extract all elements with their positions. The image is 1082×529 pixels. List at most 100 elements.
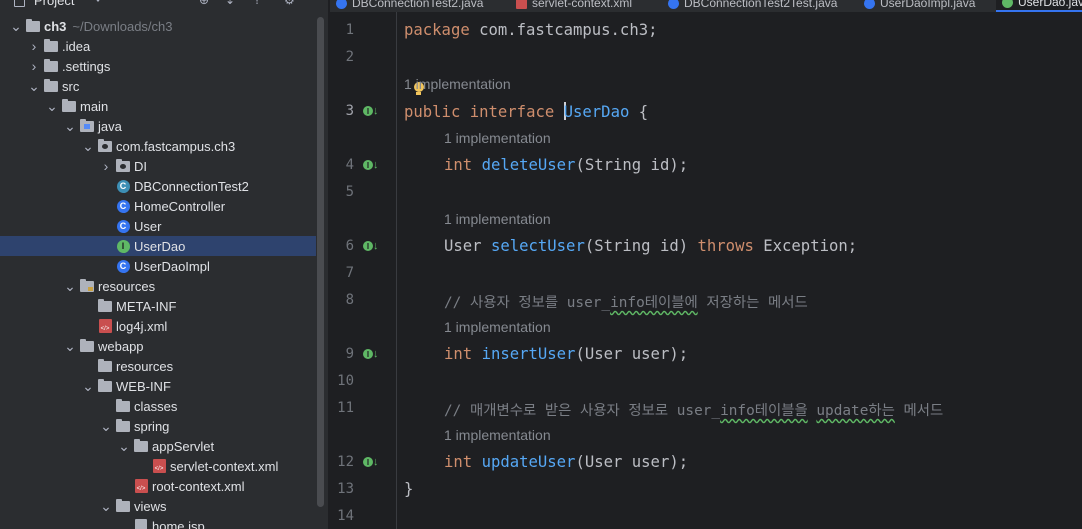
code-line-1: package com.fastcampus.ch3; xyxy=(404,21,657,39)
collapse-all-icon[interactable]: ⇡ xyxy=(252,0,262,7)
project-tree-scrollbar[interactable] xyxy=(317,17,324,507)
editor-gutter: 1 2 3 4 5 6 7 8 9 10 11 12 13 14 I ↓ I ↓ I… xyxy=(330,12,397,529)
chevron-down-icon[interactable]: ⌄ xyxy=(28,79,40,93)
tree-item--settings[interactable]: › .settings xyxy=(0,56,316,76)
package-icon xyxy=(116,158,130,173)
tree-item-label: java xyxy=(98,118,122,134)
tree-item-webapp[interactable]: ⌄ webapp xyxy=(0,336,316,356)
chevron-right-icon[interactable]: › xyxy=(28,39,40,53)
tree-item-log4j-xml[interactable]: ›</>log4j.xml xyxy=(0,316,316,336)
chevron-down-icon[interactable]: ⌄ xyxy=(10,19,22,33)
code-text: (User user); xyxy=(575,345,689,363)
chevron-down-icon[interactable]: ⌄ xyxy=(118,439,130,453)
tab-servlet-context-xml[interactable]: servlet-context.xml xyxy=(516,0,632,12)
tree-item-resources[interactable]: ›resources xyxy=(0,356,316,376)
tree-item-path: ~/Downloads/ch3 xyxy=(72,18,173,34)
tree-item-src[interactable]: ⌄ src xyxy=(0,76,316,96)
tree-item-label: HomeController xyxy=(134,198,226,214)
tab-label: UserDaoImpl.java xyxy=(880,0,976,10)
project-panel-title[interactable]: Project xyxy=(34,0,74,8)
chevron-down-icon[interactable]: ⌄ xyxy=(82,139,94,153)
comment-text: 메서드 xyxy=(894,403,944,419)
folder-icon xyxy=(98,358,112,373)
chevron-down-icon[interactable]: ⌄ xyxy=(64,339,76,353)
implemented-marker-icon[interactable]: I ↓ xyxy=(363,455,381,471)
code-line-9: int insertUser(User user); xyxy=(444,345,688,363)
tree-item-label: home.jsp xyxy=(152,518,205,529)
tree-item-web-inf[interactable]: ⌄ WEB-INF xyxy=(0,376,316,396)
implementation-hint[interactable]: 1 implementation xyxy=(444,130,551,146)
tree-item-views[interactable]: ⌄ views xyxy=(0,496,316,516)
tree-item-root-context-xml[interactable]: ›</>root-context.xml xyxy=(0,476,316,496)
tree-item-meta-inf[interactable]: ›META-INF xyxy=(0,296,316,316)
tree-item-resources[interactable]: ⌄ resources xyxy=(0,276,316,296)
folder-icon xyxy=(116,418,130,433)
tree-item--idea[interactable]: › .idea xyxy=(0,36,316,56)
code-line-13: } xyxy=(404,480,414,498)
class-icon xyxy=(864,0,875,9)
tree-item-spring[interactable]: ⌄ spring xyxy=(0,416,316,436)
tab-userdaoimpl-java[interactable]: UserDaoImpl.java xyxy=(864,0,975,12)
chevron-right-icon[interactable]: › xyxy=(100,159,112,173)
tree-item-classes[interactable]: ›classes xyxy=(0,396,316,416)
implemented-marker-icon[interactable]: I ↓ xyxy=(363,347,381,363)
tree-item-main[interactable]: ⌄ main xyxy=(0,96,316,116)
tab-dbconnectiontest2test-java[interactable]: DBConnectionTest2Test.java xyxy=(668,0,837,12)
comment-text: // 사용자 정보를 user_ xyxy=(444,295,611,311)
tab-dbconnectiontest2-java[interactable]: DBConnectionTest2.java xyxy=(336,0,483,12)
tree-item-label: ch3 xyxy=(44,18,67,34)
tab-userdao-java[interactable]: UserDao.java xyxy=(996,0,1082,12)
tree-item-label: WEB-INF xyxy=(116,378,171,394)
keyword: package xyxy=(404,21,470,39)
expand-all-icon[interactable]: ⇣ xyxy=(225,0,235,7)
tree-item-user[interactable]: ›CUser xyxy=(0,216,316,236)
tree-item-java[interactable]: ⌄ java xyxy=(0,116,316,136)
implementation-hint[interactable]: 1 implementation xyxy=(444,319,551,335)
implementation-hint[interactable]: 1 implementation xyxy=(444,427,551,443)
tree-item-label: User xyxy=(134,218,162,234)
implemented-marker-icon[interactable]: I ↓ xyxy=(363,158,381,174)
implementation-hint[interactable]: 1 implementation xyxy=(444,211,551,227)
implemented-marker-icon[interactable]: I ↓ xyxy=(363,239,381,255)
line-number: 12 xyxy=(337,454,354,470)
folder-icon xyxy=(44,78,58,93)
tree-item-userdao[interactable]: ›IUserDao xyxy=(0,236,316,256)
class-icon xyxy=(336,0,347,9)
code-text: Exception; xyxy=(753,237,858,255)
tree-item-label: src xyxy=(62,78,80,94)
method-name: updateUser xyxy=(481,453,576,471)
folder-icon xyxy=(116,498,130,513)
crosshair-icon[interactable]: ⊕ xyxy=(199,0,209,7)
comment-text-typo: update하는 xyxy=(816,403,895,419)
implementation-hint[interactable]: 1 implementation xyxy=(404,76,511,92)
comment-text-typo: info테이블을 xyxy=(720,403,808,419)
tree-item-userdaoimpl[interactable]: ›CUserDaoImpl xyxy=(0,256,316,276)
chevron-down-icon[interactable]: ⌄ xyxy=(46,99,58,113)
tree-item-label: .settings xyxy=(62,58,111,74)
implemented-marker-icon[interactable]: I ↓ xyxy=(363,104,381,120)
chevron-down-icon[interactable]: ⌄ xyxy=(64,279,76,293)
chevron-down-icon[interactable]: ⌄ xyxy=(82,379,94,393)
tree-item-servlet-context-xml[interactable]: ›</>servlet-context.xml xyxy=(0,456,316,476)
tree-item-com-fastcampus-ch3[interactable]: ⌄ com.fastcampus.ch3 xyxy=(0,136,316,156)
tree-item-label: .idea xyxy=(62,38,91,54)
settings-icon[interactable]: ⚙ xyxy=(284,0,295,7)
tree-item-appservlet[interactable]: ⌄ appServlet xyxy=(0,436,316,456)
method-name: deleteUser xyxy=(481,156,576,174)
tree-item-dbconnectiontest2[interactable]: ›CDBConnectionTest2 xyxy=(0,176,316,196)
chevron-right-icon[interactable]: › xyxy=(28,59,40,73)
chevron-down-icon[interactable]: ⌄ xyxy=(64,119,76,133)
tree-item-ch3[interactable]: ⌄ ch3 ~/Downloads/ch3 xyxy=(0,16,316,36)
code-editor[interactable]: 1 2 3 4 5 6 7 8 9 10 11 12 13 14 I ↓ I ↓ I… xyxy=(330,12,1082,529)
tree-item-di[interactable]: › DI xyxy=(0,156,316,176)
tree-item-home-jsp[interactable]: ›home.jsp xyxy=(0,516,316,529)
keyword: throws xyxy=(697,237,754,255)
chevron-down-icon[interactable]: ⌄ xyxy=(100,419,112,433)
keyword: public xyxy=(404,103,461,121)
tab-label: DBConnectionTest2Test.java xyxy=(684,0,838,10)
interface-name: UserDao xyxy=(563,103,630,121)
chevron-down-icon[interactable] xyxy=(94,0,102,2)
tree-item-homecontroller[interactable]: ›CHomeController xyxy=(0,196,316,216)
chevron-down-icon[interactable]: ⌄ xyxy=(100,499,112,513)
tree-item-label: servlet-context.xml xyxy=(170,458,279,474)
